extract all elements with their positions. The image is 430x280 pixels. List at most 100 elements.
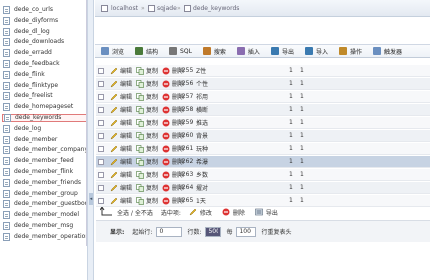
sidebar-item-table[interactable]: dede_member_friends (3, 178, 81, 187)
table-tabs: 浏览 结构 SQL 搜索 插入 导出 导入 操作 触发器 (95, 44, 430, 58)
tab-insert[interactable]: 插入 (236, 47, 260, 56)
bulk-delete-button[interactable]: 删除 (222, 208, 245, 217)
row-copy-button[interactable]: 复制 (136, 144, 162, 153)
table-row[interactable]: 编辑 复制 删除 1258 横断 1 1 (96, 104, 430, 116)
cell-keyword: 希瀑 (196, 159, 209, 166)
sidebar-item-table[interactable]: dede_member_group (3, 189, 78, 198)
tab-search[interactable]: 搜索 (202, 47, 226, 56)
tab-sql[interactable]: SQL (169, 47, 192, 55)
row-copy-button[interactable]: 复制 (136, 131, 162, 140)
sidebar-item-table[interactable]: dede_keywords (2, 114, 86, 122)
row-copy-label: 复制 (146, 159, 159, 166)
cell-c2: 1 (300, 80, 304, 87)
tab-structure[interactable]: 结构 (135, 47, 158, 56)
row-checkbox[interactable] (98, 119, 104, 126)
row-count-input[interactable] (205, 226, 222, 237)
tab-import[interactable]: 导入 (304, 47, 328, 56)
row-checkbox[interactable] (98, 80, 104, 87)
sidebar-item-table[interactable]: dede_member_company (3, 146, 86, 155)
row-checkbox[interactable] (98, 106, 104, 113)
row-checkbox[interactable] (98, 93, 104, 100)
sidebar-item-table[interactable]: dede_member_model (3, 211, 79, 220)
row-checkbox[interactable] (98, 145, 104, 152)
row-checkbox[interactable] (98, 184, 104, 191)
sidebar-item-table[interactable]: dede_homepageset (3, 103, 73, 112)
row-checkbox[interactable] (98, 132, 104, 139)
row-copy-button[interactable]: 复制 (136, 196, 162, 205)
sidebar-item-table[interactable]: dede_dl_log (3, 27, 50, 36)
row-edit-button[interactable]: 编辑 (110, 157, 136, 166)
sidebar-item-table[interactable]: dede_member_flink (3, 168, 73, 176)
sidebar-item-table[interactable]: dede_feedback (3, 60, 60, 68)
repeat-header-input[interactable] (236, 226, 257, 237)
row-edit-button[interactable]: 编辑 (110, 144, 136, 153)
tab-export[interactable]: 导出 (270, 47, 294, 56)
row-edit-button[interactable]: 编辑 (110, 131, 136, 140)
row-checkbox[interactable] (98, 197, 104, 204)
pencil-icon (110, 158, 118, 166)
row-copy-button[interactable]: 复制 (136, 105, 162, 114)
row-edit-button[interactable]: 编辑 (110, 79, 136, 88)
breadcrumb-database[interactable]: sqjade (157, 5, 177, 13)
row-copy-button[interactable]: 复制 (136, 170, 162, 179)
delete-icon (162, 171, 170, 178)
table-row[interactable]: 编辑 复制 删除 1260 背景 1 1 (96, 130, 430, 142)
table-icon (3, 168, 10, 176)
delete-icon (162, 67, 170, 74)
row-checkbox[interactable] (98, 158, 104, 165)
sidebar-item-table[interactable]: dede_member_guestbook (3, 200, 86, 209)
sidebar-item-label: dede_erradd (14, 49, 52, 57)
row-checkbox[interactable] (98, 171, 104, 178)
row-edit-button[interactable]: 编辑 (110, 196, 136, 205)
table-row[interactable]: 编辑 复制 删除 1262 希瀑 1 1 (96, 156, 430, 168)
breadcrumb-server[interactable]: localhost (111, 5, 138, 13)
table-row[interactable]: 编辑 复制 删除 1259 推选 1 1 (96, 117, 430, 129)
tab-triggers[interactable]: 触发器 (372, 47, 402, 56)
sidebar-item-table[interactable]: dede_member_feed (3, 157, 74, 166)
row-edit-button[interactable]: 编辑 (110, 170, 136, 179)
collapse-arrow-icon[interactable]: ◂ (89, 193, 93, 205)
sidebar-item-table[interactable]: dede_member_msg (3, 222, 73, 230)
sidebar-item-table[interactable]: dede_member (3, 135, 57, 144)
row-copy-button[interactable]: 复制 (136, 183, 162, 192)
row-edit-button[interactable]: 编辑 (110, 105, 136, 114)
sidebar-item-table[interactable]: dede_flinktype (3, 81, 58, 90)
sidebar-item-table[interactable]: dede_diyforms (3, 16, 58, 25)
sidebar-item-table[interactable]: dede_downloads (3, 38, 64, 47)
tab-browse[interactable]: 浏览 (101, 47, 124, 56)
row-copy-button[interactable]: 复制 (136, 79, 162, 88)
sidebar-item-table[interactable]: dede_member_operation (3, 232, 87, 241)
sidebar-item-table[interactable]: dede_log (3, 124, 41, 133)
table-row[interactable]: 编辑 复制 删除 1256 个性 1 1 (96, 78, 430, 90)
table-row[interactable]: 编辑 复制 删除 1263 乡数 1 1 (96, 169, 430, 181)
sidebar-item-table[interactable]: dede_co_urls (3, 6, 53, 14)
row-edit-button[interactable]: 编辑 (110, 183, 136, 192)
sidebar-item-label: dede_member_operation (14, 232, 87, 240)
sidebar-splitter[interactable]: ◂ (87, 0, 94, 280)
table-row[interactable]: 编辑 复制 删除 1255 Z性 1 1 (96, 65, 430, 77)
row-edit-button[interactable]: 编辑 (110, 118, 136, 127)
cell-id: 1259 (178, 119, 194, 126)
row-checkbox[interactable] (98, 67, 104, 74)
sidebar-item-table[interactable]: dede_erradd (3, 49, 52, 58)
row-copy-button[interactable]: 复制 (136, 66, 162, 75)
bulk-edit-button[interactable]: 修改 (189, 208, 212, 217)
table-row[interactable]: 编辑 复制 删除 1261 玩种 1 1 (96, 143, 430, 155)
breadcrumb-table[interactable]: dede_keywords (193, 5, 239, 13)
select-all-link[interactable]: 全选 / 全不选 (117, 208, 153, 217)
bulk-export-button[interactable]: 导出 (255, 208, 278, 217)
row-copy-button[interactable]: 复制 (136, 157, 162, 166)
row-edit-button[interactable]: 编辑 (110, 92, 136, 101)
row-copy-button[interactable]: 复制 (136, 92, 162, 101)
table-row[interactable]: 编辑 复制 删除 1257 祁用 1 1 (96, 91, 430, 103)
sidebar-item-table[interactable]: dede_flink (3, 70, 45, 79)
table-row[interactable]: 编辑 复制 删除 1264 擢对 1 1 (96, 182, 430, 194)
cell-c2: 1 (300, 67, 304, 74)
tab-operations[interactable]: 操作 (338, 47, 362, 56)
start-row-input[interactable] (156, 226, 183, 237)
table-icon (3, 178, 10, 187)
sidebar-item-table[interactable]: dede_freelist (3, 92, 53, 101)
row-edit-button[interactable]: 编辑 (110, 66, 136, 75)
row-copy-button[interactable]: 复制 (136, 118, 162, 127)
server-icon (101, 5, 108, 12)
